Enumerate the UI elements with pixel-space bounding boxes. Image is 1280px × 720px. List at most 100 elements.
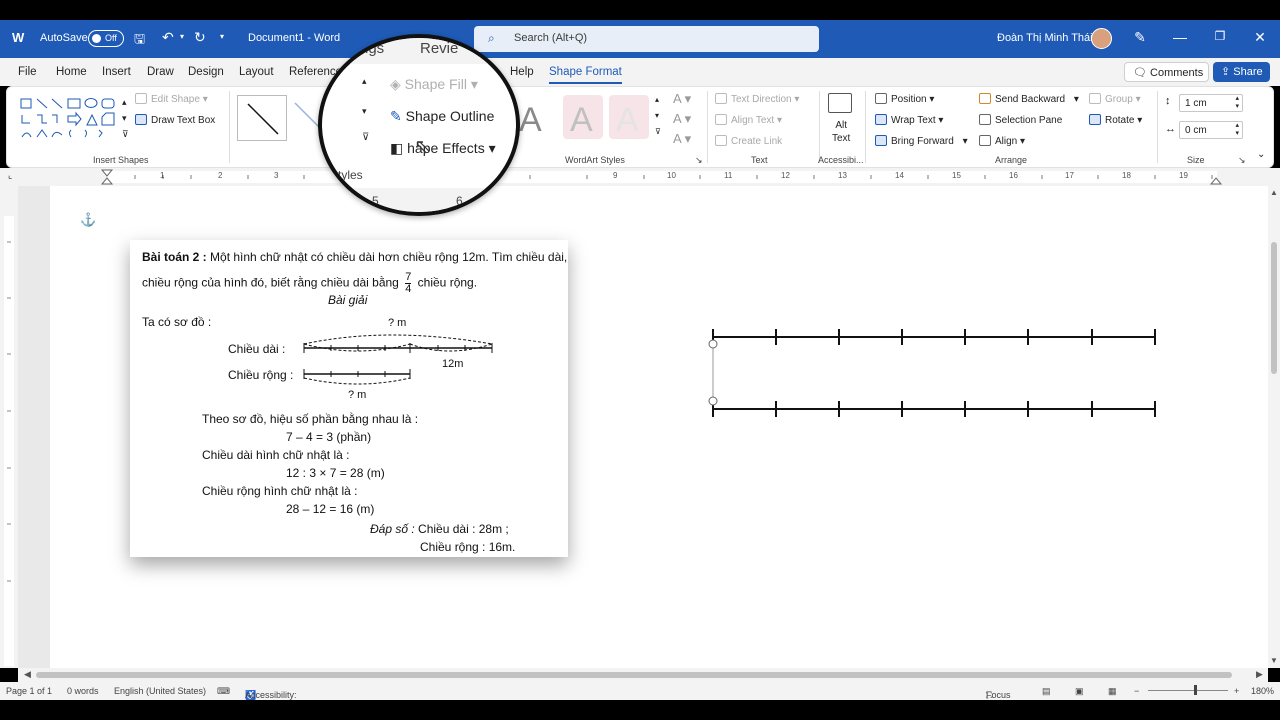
tab-help[interactable]: Help [510, 66, 534, 78]
shape-fill-button[interactable]: ◈ Shape Fill ▾ [390, 76, 478, 93]
undo-icon[interactable]: ↶ [162, 29, 174, 46]
language-indicator[interactable]: English (United States) [114, 686, 206, 696]
page-count[interactable]: Page 1 of 1 [6, 686, 52, 696]
search-box[interactable]: ⌕ Search (Alt+Q) [474, 26, 819, 52]
wordart-style-2[interactable]: A [570, 101, 593, 140]
tab-shape-format[interactable]: Shape Format [549, 66, 622, 84]
drawn-segments[interactable] [700, 320, 1170, 425]
wordart-style-3[interactable]: A [616, 101, 639, 140]
vertical-scrollbar[interactable]: ▲ ▼ [1268, 186, 1280, 668]
close-icon[interactable]: ✕ [1250, 29, 1270, 46]
horizontal-scrollbar[interactable]: ◀ ▶ [18, 668, 1268, 682]
zoom-out-icon[interactable]: − [1134, 686, 1139, 696]
height-field[interactable]: 1 cm ▴ ▾ [1179, 94, 1243, 112]
text-effects-button[interactable]: A ▾ [673, 131, 691, 147]
text-fill-button[interactable]: A ▾ [673, 91, 691, 107]
scroll-down-icon[interactable]: ▼ [1270, 656, 1278, 665]
position-button[interactable]: Position ▾ [875, 93, 934, 105]
text-direction-button[interactable]: Text Direction ▾ [715, 93, 799, 105]
text-outline-button[interactable]: A ▾ [673, 111, 691, 127]
print-layout-icon[interactable]: ▣ [1075, 686, 1084, 697]
magnified-scroll-down[interactable]: ▾ [362, 106, 367, 117]
problem-image[interactable]: Bài toán 2 : Một hình chữ nhật có chiều … [130, 240, 568, 557]
fraction: 74 [405, 272, 412, 295]
tab-selector-icon[interactable]: ⌞ [8, 170, 12, 181]
style-preview [247, 103, 279, 135]
horizontal-ruler[interactable]: ⌞ 1 2 3 9 10 11 12 13 14 15 16 17 18 19 [0, 168, 1280, 186]
scroll-right-icon[interactable]: ▶ [1256, 669, 1263, 680]
share-button[interactable]: ⇪ Share [1213, 62, 1270, 82]
collapse-ribbon-icon[interactable]: ⌄ [1257, 149, 1265, 160]
wordart-launcher-icon[interactable]: ↘ [695, 155, 703, 166]
anchor-icon[interactable]: ⚓ [80, 212, 96, 228]
user-name[interactable]: Đoàn Thị Minh Thái [997, 32, 1093, 44]
group-button[interactable]: Group ▾ [1089, 93, 1141, 105]
size-launcher-icon[interactable]: ↘ [1238, 155, 1246, 166]
group-icon [1089, 93, 1101, 104]
vertical-scroll-thumb[interactable] [1271, 242, 1277, 374]
ruler-number: 3 [274, 171, 279, 180]
undo-dropdown-icon[interactable]: ▾ [180, 32, 184, 41]
tab-insert[interactable]: Insert [102, 66, 131, 78]
customize-toolbar-icon[interactable]: ▾ [220, 32, 224, 41]
selection-pane-icon [979, 114, 991, 125]
shapes-more[interactable]: ⊽ [122, 129, 129, 140]
shape-outline-button[interactable]: ✎ Shape Outline [390, 108, 494, 125]
draw-text-box-button[interactable]: Draw Text Box [135, 114, 215, 126]
horizontal-scroll-thumb[interactable] [36, 672, 1232, 678]
width-field[interactable]: 0 cm ▴ ▾ [1179, 121, 1243, 139]
width-spinner[interactable]: ▴ ▾ [1235, 122, 1239, 138]
edit-shape-button[interactable]: Edit Shape ▾ [135, 93, 208, 105]
wordart-more[interactable]: ⊽ [655, 127, 661, 136]
align-button[interactable]: Align ▾ [979, 135, 1025, 147]
restore-icon[interactable]: ❐ [1210, 29, 1230, 43]
alt-text-button[interactable]: Alt Text [825, 93, 855, 149]
wordart-scroll-up[interactable]: ▴ [655, 95, 659, 104]
send-backward-button[interactable]: Send Backward ▾ [979, 93, 1079, 105]
bring-forward-button[interactable]: Bring Forward ▾ [875, 135, 968, 147]
zoom-slider-thumb[interactable] [1194, 685, 1197, 695]
label-length: Chiều dài : [228, 342, 286, 356]
word-count[interactable]: 0 words [67, 686, 99, 696]
wordart-style-1[interactable]: A [519, 101, 542, 140]
shape-style-1[interactable] [237, 95, 287, 141]
magnified-scroll-up[interactable]: ▴ [362, 76, 367, 87]
wrap-text-button[interactable]: Wrap Text ▾ [875, 114, 943, 126]
tab-draw[interactable]: Draw [147, 66, 174, 78]
rotate-button[interactable]: Rotate ▾ [1089, 114, 1142, 126]
read-mode-icon[interactable]: ▤ [1042, 686, 1051, 697]
tab-home[interactable]: Home [56, 66, 87, 78]
selection-handle-top[interactable] [708, 339, 718, 349]
create-link-button[interactable]: Create Link [715, 135, 782, 147]
comments-button[interactable]: 🗨 Comments [1124, 62, 1209, 82]
tab-layout[interactable]: Layout [239, 66, 274, 78]
redo-icon[interactable]: ↻ [194, 29, 206, 46]
autosave-toggle[interactable]: Off [88, 30, 124, 47]
text-predictions-icon[interactable]: ⌨ [217, 686, 230, 697]
zoom-in-icon[interactable]: + [1234, 686, 1239, 696]
zoom-level[interactable]: 180% [1251, 686, 1274, 696]
minimize-icon[interactable]: — [1170, 29, 1190, 45]
scroll-left-icon[interactable]: ◀ [24, 669, 31, 680]
tab-design[interactable]: Design [188, 66, 224, 78]
magnified-more[interactable]: ⊽ [362, 132, 369, 143]
shape-effects-button[interactable]: ◧ hape Effects ▾ [390, 140, 496, 157]
vertical-ruler[interactable] [0, 186, 18, 668]
wordart-scroll-down[interactable]: ▾ [655, 111, 659, 120]
shapes-scroll-up[interactable]: ▴ [122, 97, 127, 108]
group-divider [707, 91, 708, 163]
pen-icon[interactable]: ✎ [1130, 29, 1150, 46]
align-text-button[interactable]: Align Text ▾ [715, 114, 782, 126]
text-direction-icon [715, 93, 727, 104]
selection-handle-bottom[interactable] [708, 396, 718, 406]
height-spinner[interactable]: ▴ ▾ [1235, 95, 1239, 111]
tab-file[interactable]: File [18, 66, 37, 78]
web-layout-icon[interactable]: ▦ [1108, 686, 1117, 697]
zoom-slider-track[interactable] [1148, 690, 1228, 691]
avatar[interactable] [1091, 28, 1112, 49]
selection-pane-button[interactable]: Selection Pane [979, 114, 1062, 126]
scroll-up-icon[interactable]: ▲ [1270, 188, 1278, 197]
shapes-scroll-down[interactable]: ▾ [122, 113, 127, 124]
save-icon[interactable]: 🖫 [134, 30, 145, 52]
shapes-gallery[interactable] [19, 97, 121, 145]
